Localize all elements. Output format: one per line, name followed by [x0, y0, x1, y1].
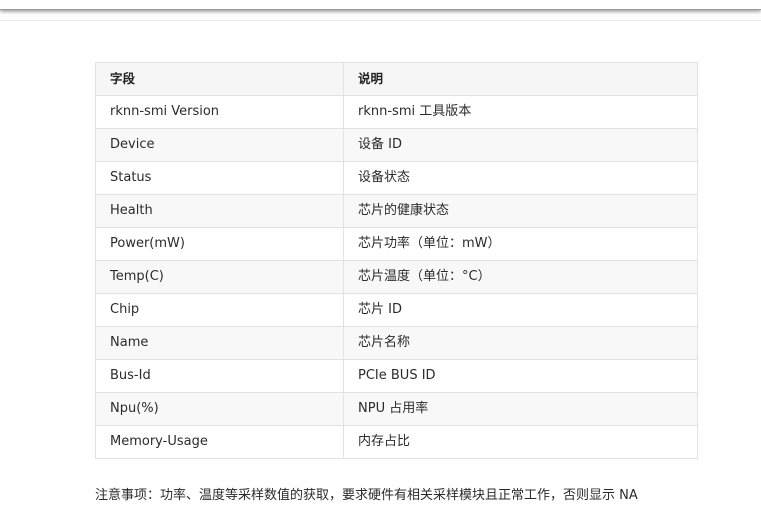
description-cell: 芯片的健康状态: [343, 194, 698, 228]
field-cell: Chip: [95, 293, 344, 327]
field-cell: Name: [95, 326, 344, 360]
top-toolbar-edge: [0, 0, 761, 10]
table-row: Chip 芯片 ID: [95, 293, 698, 327]
description-cell: 内存占比: [343, 425, 698, 459]
description-cell: 设备 ID: [343, 128, 698, 162]
field-cell: Memory-Usage: [95, 425, 344, 459]
field-cell: Npu(%): [95, 392, 344, 426]
field-description-table: 字段 说明 rknn-smi Version rknn-smi 工具版本 Dev…: [95, 62, 698, 459]
description-cell: PCIe BUS ID: [343, 359, 698, 393]
table-row: Npu(%) NPU 占用率: [95, 392, 698, 426]
field-cell: Device: [95, 128, 344, 162]
divider: [0, 20, 761, 21]
column-header-description: 说明: [343, 62, 698, 96]
field-cell: Status: [95, 161, 344, 195]
table-row: Memory-Usage 内存占比: [95, 425, 698, 459]
description-cell: 芯片 ID: [343, 293, 698, 327]
description-cell: rknn-smi 工具版本: [343, 95, 698, 129]
description-cell: 芯片温度（单位：°C）: [343, 260, 698, 294]
field-cell: Temp(C): [95, 260, 344, 294]
table-header-row: 字段 说明: [95, 62, 698, 96]
field-cell: rknn-smi Version: [95, 95, 344, 129]
table-row: Device 设备 ID: [95, 128, 698, 162]
field-cell: Health: [95, 194, 344, 228]
field-cell: Power(mW): [95, 227, 344, 261]
table-row: rknn-smi Version rknn-smi 工具版本: [95, 95, 698, 129]
table-row: Status 设备状态: [95, 161, 698, 195]
notice-text: 注意事项：功率、温度等采样数值的获取，要求硬件有相关采样模块且正常工作，否则显示…: [95, 488, 638, 503]
column-header-field: 字段: [95, 62, 344, 96]
description-cell: NPU 占用率: [343, 392, 698, 426]
table-row: Bus-Id PCIe BUS ID: [95, 359, 698, 393]
table-row: Temp(C) 芯片温度（单位：°C）: [95, 260, 698, 294]
table-row: Name 芯片名称: [95, 326, 698, 360]
table-row: Power(mW) 芯片功率（单位：mW）: [95, 227, 698, 261]
field-cell: Bus-Id: [95, 359, 344, 393]
table-row: Health 芯片的健康状态: [95, 194, 698, 228]
description-cell: 芯片名称: [343, 326, 698, 360]
description-cell: 芯片功率（单位：mW）: [343, 227, 698, 261]
description-cell: 设备状态: [343, 161, 698, 195]
